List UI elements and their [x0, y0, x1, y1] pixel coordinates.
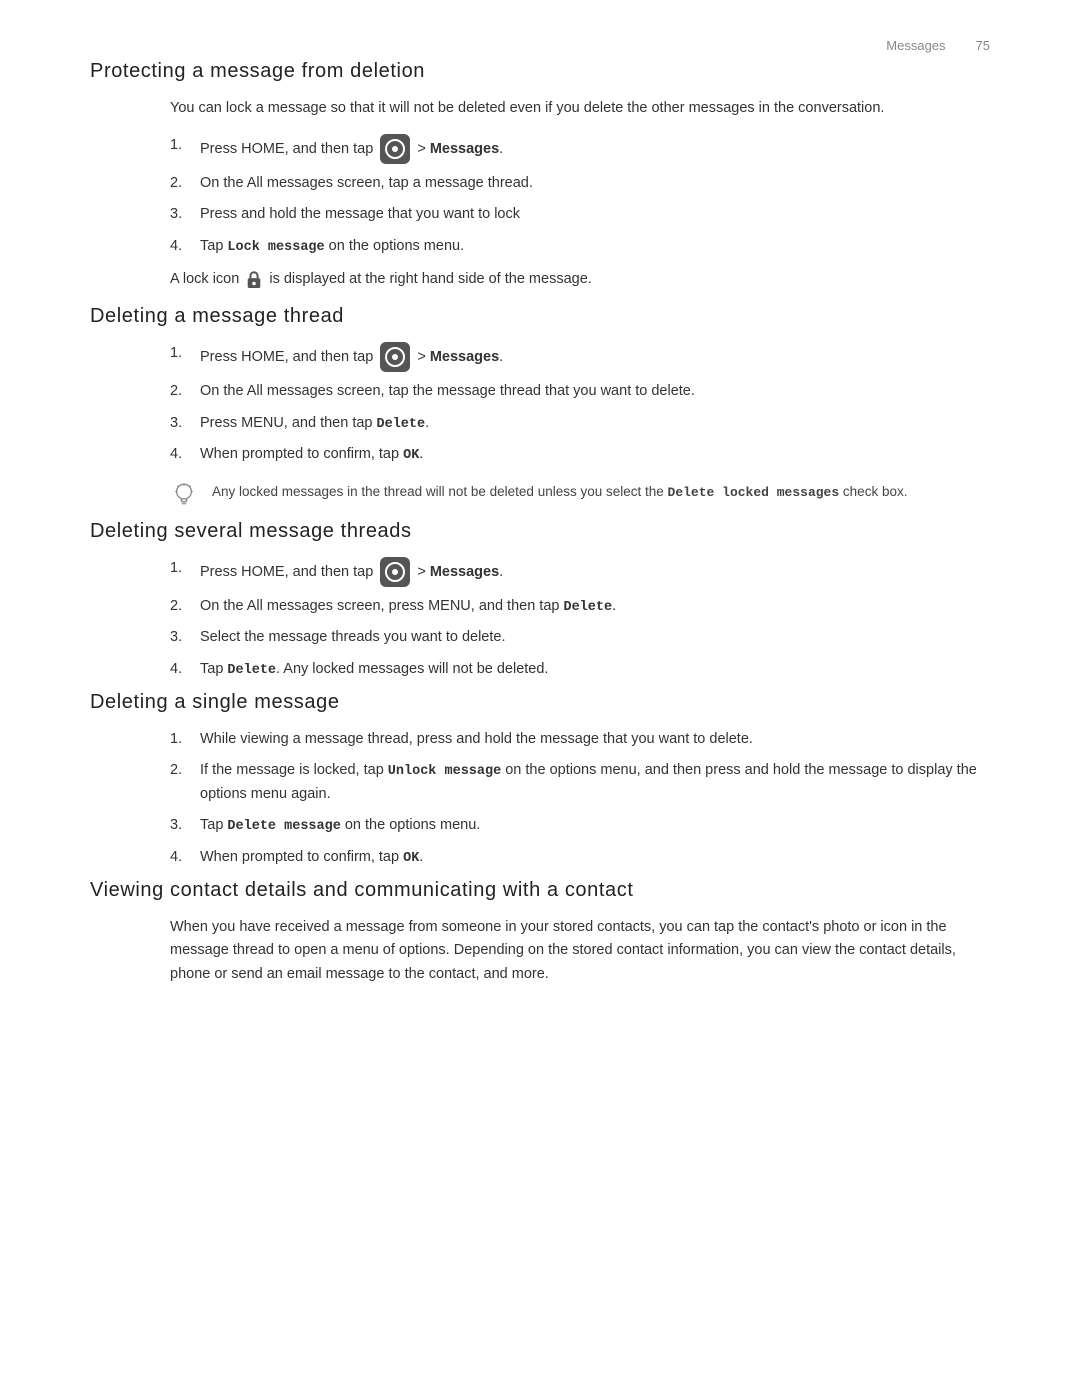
- section-deleting-thread: Deleting a message thread Press HOME, an…: [90, 305, 990, 509]
- section-title-deleting-single: Deleting a single message: [90, 691, 990, 714]
- step-4: When prompted to confirm, tap OK.: [170, 443, 990, 467]
- protecting-steps: Press HOME, and then tap > Messages. On …: [170, 134, 990, 258]
- deleting-single-steps: While viewing a message thread, press an…: [170, 728, 990, 869]
- step-4: Tap Delete. Any locked messages will not…: [170, 658, 990, 682]
- section-title-deleting-several: Deleting several message threads: [90, 520, 990, 543]
- delete-label-2: Delete: [227, 663, 276, 678]
- delete-locked-messages-label: Delete locked messages: [668, 485, 840, 500]
- section-viewing-contact: Viewing contact details and communicatin…: [90, 879, 990, 986]
- step-2: On the All messages screen, press MENU, …: [170, 595, 990, 619]
- viewing-contact-intro: When you have received a message from so…: [170, 916, 990, 986]
- bulb-note: Any locked messages in the thread will n…: [170, 481, 990, 510]
- section-deleting-single: Deleting a single message While viewing …: [90, 691, 990, 869]
- ok-label: OK: [403, 448, 419, 463]
- delete-label: Delete: [563, 600, 612, 615]
- lock-message-label: Lock message: [227, 240, 324, 255]
- messages-label: Messages: [430, 564, 499, 580]
- ok-label-2: OK: [403, 851, 419, 866]
- section-title-deleting-thread: Deleting a message thread: [90, 305, 990, 328]
- delete-label: Delete: [377, 417, 426, 432]
- deleting-thread-steps: Press HOME, and then tap > Messages. On …: [170, 342, 990, 466]
- section-title-viewing-contact: Viewing contact details and communicatin…: [90, 879, 990, 902]
- step-3: Select the message threads you want to d…: [170, 626, 990, 649]
- bulb-note-text: Any locked messages in the thread will n…: [212, 481, 907, 504]
- step-1: While viewing a message thread, press an…: [170, 728, 990, 751]
- unlock-message-label: Unlock message: [388, 764, 501, 779]
- step-3: Press and hold the message that you want…: [170, 203, 990, 226]
- step-4: When prompted to confirm, tap OK.: [170, 846, 990, 870]
- page-header: Messages 75: [886, 38, 990, 53]
- app-icon: [380, 557, 410, 587]
- section-title-protecting: Protecting a message from deletion: [90, 60, 990, 83]
- messages-label: Messages: [430, 141, 499, 157]
- section-label: Messages: [886, 38, 945, 53]
- step-3: Tap Delete message on the options menu.: [170, 814, 990, 838]
- step-1: Press HOME, and then tap > Messages.: [170, 557, 990, 587]
- app-icon: [380, 134, 410, 164]
- step-3: Press MENU, and then tap Delete.: [170, 412, 990, 436]
- step-2: On the All messages screen, tap the mess…: [170, 380, 990, 403]
- bulb-icon: [170, 482, 198, 510]
- delete-message-label: Delete message: [227, 819, 340, 834]
- step-1: Press HOME, and then tap > Messages.: [170, 134, 990, 164]
- deleting-several-steps: Press HOME, and then tap > Messages. On …: [170, 557, 990, 681]
- lock-icon-note: A lock icon is displayed at the right ha…: [170, 268, 990, 291]
- step-2: If the message is locked, tap Unlock mes…: [170, 759, 990, 806]
- page: Messages 75 Protecting a message from de…: [0, 0, 1080, 1080]
- step-2: On the All messages screen, tap a messag…: [170, 172, 990, 195]
- app-icon: [380, 342, 410, 372]
- section-protecting: Protecting a message from deletion You c…: [90, 60, 990, 291]
- lock-icon: [246, 270, 262, 288]
- messages-label: Messages: [430, 349, 499, 365]
- step-1: Press HOME, and then tap > Messages.: [170, 342, 990, 372]
- section-deleting-several: Deleting several message threads Press H…: [90, 520, 990, 681]
- step-4: Tap Lock message on the options menu.: [170, 235, 990, 259]
- page-number: 75: [976, 38, 990, 53]
- protecting-intro: You can lock a message so that it will n…: [170, 97, 990, 120]
